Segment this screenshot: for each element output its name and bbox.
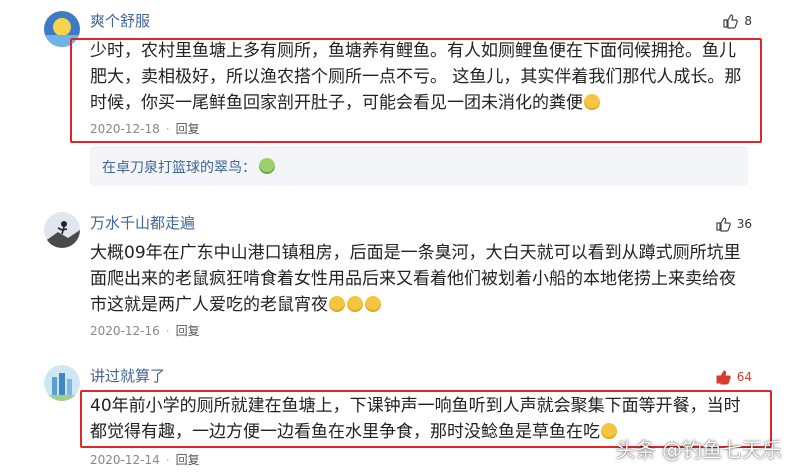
sub-reply-emoji-icon bbox=[258, 157, 276, 176]
like-button[interactable]: 64 bbox=[715, 369, 752, 385]
watermark: 头条 @钓鱼七天乐 bbox=[615, 438, 782, 462]
username[interactable]: 万水千山都走遍 bbox=[90, 212, 195, 233]
username[interactable]: 讲过就算了 bbox=[90, 365, 165, 386]
comment-date: 2020-12-16 bbox=[90, 323, 160, 338]
reply-button[interactable]: 回复 bbox=[176, 451, 200, 468]
comment-meta: 2020-12-14 · 回复 bbox=[90, 451, 200, 468]
meta-separator: · bbox=[165, 452, 170, 467]
like-button[interactable]: 36 bbox=[715, 216, 752, 232]
thumbs-up-icon bbox=[716, 217, 731, 232]
comment-date: 2020-12-18 bbox=[90, 121, 160, 136]
reply-button[interactable]: 回复 bbox=[176, 120, 200, 137]
comment-meta: 2020-12-18 · 回复 bbox=[90, 120, 200, 137]
sub-reply[interactable]: 在卓刀泉打篮球的翠鸟： bbox=[90, 146, 748, 186]
comment-text: 大概09年在广东中山港口镇租房，后面是一条臭河，大白天就可以看到从蹲式厕所坑里面… bbox=[90, 243, 741, 315]
comment-meta: 2020-12-16 · 回复 bbox=[90, 322, 200, 339]
like-count: 8 bbox=[744, 14, 752, 28]
reply-button[interactable]: 回复 bbox=[176, 322, 200, 339]
comment-date: 2020-12-14 bbox=[90, 452, 160, 467]
sub-reply-user[interactable]: 在卓刀泉打篮球的翠鸟： bbox=[102, 157, 256, 177]
comment-text: 少时，农村里鱼塘上多有厕所，鱼塘养有鲤鱼。有人如厕鲤鱼便在下面伺候拥抢。鱼儿肥大… bbox=[90, 41, 742, 113]
laughing-emoji-icon bbox=[347, 296, 363, 312]
avatar[interactable] bbox=[44, 212, 80, 248]
laughing-emoji-icon bbox=[584, 94, 600, 110]
like-button[interactable]: 8 bbox=[722, 13, 752, 29]
username[interactable]: 爽个舒服 bbox=[90, 10, 150, 31]
meta-separator: · bbox=[165, 121, 170, 136]
thumbs-up-icon bbox=[723, 14, 739, 29]
laughing-emoji-icon bbox=[365, 296, 381, 312]
laughing-emoji-icon bbox=[329, 296, 345, 312]
like-count: 36 bbox=[736, 217, 752, 231]
avatar[interactable] bbox=[44, 365, 80, 401]
like-count: 64 bbox=[736, 370, 752, 384]
grinning-emoji-icon bbox=[601, 423, 617, 439]
meta-separator: · bbox=[165, 323, 170, 338]
thumbs-up-icon bbox=[716, 370, 731, 385]
